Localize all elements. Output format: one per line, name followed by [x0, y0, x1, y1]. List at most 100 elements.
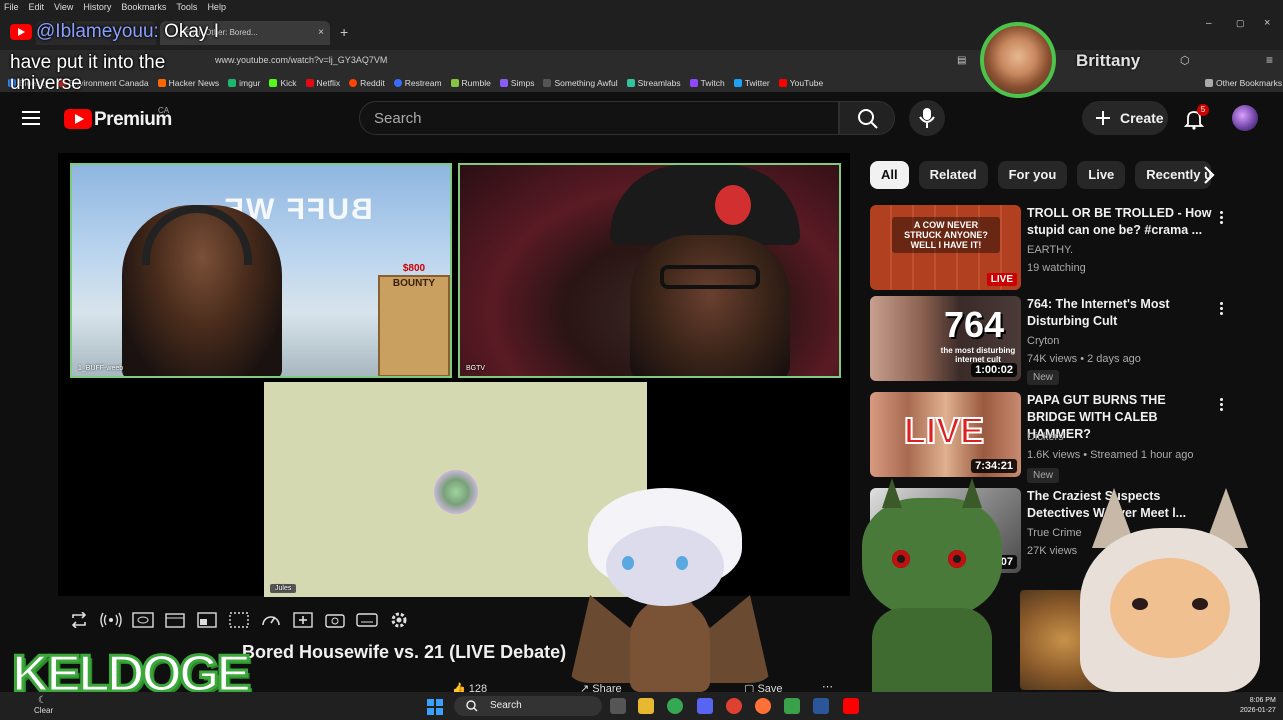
system-clock[interactable]: 8:06 PM 2026-01-27	[1240, 696, 1276, 716]
something-awful-icon	[543, 79, 552, 87]
video-thumbnail[interactable]: 764 the most disturbing internet cult 1:…	[870, 296, 1021, 381]
speed-icon[interactable]	[258, 609, 284, 631]
app-icon[interactable]	[726, 698, 742, 714]
loop-icon[interactable]	[66, 609, 92, 631]
chip-all[interactable]: All	[870, 161, 909, 189]
more-options-icon[interactable]	[1218, 209, 1226, 225]
search-input[interactable]	[374, 102, 814, 134]
vtuber-fox-avatar	[1070, 488, 1270, 692]
vtuber-dragon-avatar	[842, 478, 1018, 692]
bookmark-rumble[interactable]: Rumble	[450, 78, 491, 88]
screenshot-icon[interactable]	[322, 609, 348, 631]
minimize-icon[interactable]: –	[1206, 18, 1212, 29]
new-tab-icon[interactable]: +	[340, 24, 348, 40]
more-options-icon[interactable]	[1218, 300, 1226, 316]
voice-search-button[interactable]	[909, 100, 945, 136]
recommendation-item[interactable]: A COW NEVER STRUCK ANYONE? WELL I HAVE I…	[870, 205, 1260, 295]
channel-name[interactable]: Cryton	[1027, 335, 1059, 347]
menu-help[interactable]: Help	[207, 2, 226, 12]
close-window-icon[interactable]: ×	[1264, 17, 1270, 29]
dragon-horn-right	[962, 478, 982, 508]
cam-label-1: 1_BUFF-weeb	[78, 365, 124, 372]
bookmark-simps[interactable]: Simps	[499, 78, 534, 88]
chat-line: @Iblameyouu: Okay I	[10, 15, 280, 49]
search-button[interactable]	[839, 101, 895, 135]
bookmark-restream[interactable]: Restream	[393, 78, 442, 88]
bookmark-label: Something Awful	[554, 78, 618, 88]
theater-mode-icon[interactable]	[226, 609, 252, 631]
menu-edit[interactable]: Edit	[29, 2, 45, 12]
keyboard-icon[interactable]	[354, 609, 380, 631]
taskbar-search[interactable]: Search	[454, 696, 602, 716]
bookmark-twitch[interactable]: Twitch	[689, 78, 725, 88]
search-box[interactable]	[359, 101, 839, 135]
video-thumbnail[interactable]: A COW NEVER STRUCK ANYONE? WELL I HAVE I…	[870, 205, 1021, 290]
chip-for-you[interactable]: For you	[997, 161, 1068, 189]
taskbar-search-label: Search	[490, 700, 522, 711]
extension-icon[interactable]: ⬡	[1180, 54, 1190, 67]
tab-close-icon[interactable]: ×	[318, 27, 324, 38]
task-view-icon[interactable]	[610, 698, 626, 714]
bookmark-something-awful[interactable]: Something Awful	[543, 78, 618, 88]
bookmark-netflix[interactable]: Netflix	[305, 78, 341, 88]
eye-screen-icon[interactable]	[130, 609, 156, 631]
chevron-right-icon[interactable]	[1197, 163, 1221, 187]
channel-name[interactable]: Dickers	[1027, 431, 1064, 443]
bookmark-label: Twitter	[744, 78, 770, 88]
bookmark-reddit[interactable]: Reddit	[349, 78, 385, 88]
bookmark-streamlabs[interactable]: Streamlabs	[626, 78, 681, 88]
reader-icon[interactable]: ▤	[957, 55, 966, 66]
discord-icon[interactable]	[697, 698, 713, 714]
fox-eye-left	[1132, 598, 1148, 610]
account-avatar[interactable]	[1232, 105, 1258, 131]
bookmark-twitter[interactable]: Twitter	[733, 78, 770, 88]
cam-label-2: BGTV	[466, 365, 486, 372]
firefox-icon[interactable]	[755, 698, 771, 714]
recommendation-item[interactable]: 764 the most disturbing internet cult 1:…	[870, 296, 1260, 386]
bookmark-label: YouTube	[789, 78, 824, 88]
new-badge: New	[1027, 370, 1060, 385]
recommendation-item[interactable]: LIVE 7:34:21 PAPA GUT BURNS THE BRIDGE W…	[870, 392, 1260, 483]
more-options-icon[interactable]	[1218, 396, 1226, 412]
cinema-icon[interactable]	[162, 609, 188, 631]
weather-label[interactable]: Clear	[34, 706, 53, 715]
menu-view[interactable]: View	[54, 2, 73, 12]
weather-icon: ☾	[38, 695, 47, 706]
youtube-logo-icon[interactable]	[64, 109, 92, 129]
chip-related[interactable]: Related	[918, 161, 988, 189]
recommendation-title[interactable]: 764: The Internet's Most Disturbing Cult	[1027, 296, 1217, 330]
fox-face	[1110, 558, 1230, 658]
word-icon[interactable]	[813, 698, 829, 714]
maximize-icon[interactable]: ▢	[1236, 18, 1245, 29]
bookmark-label: Twitch	[700, 78, 725, 88]
menu-file[interactable]: File	[4, 2, 19, 12]
bookmark-youtube[interactable]: YouTube	[778, 78, 824, 88]
stereo-icon[interactable]	[98, 609, 124, 631]
windows-start-icon[interactable]	[427, 699, 443, 715]
bookmark-label: Netflix	[316, 78, 341, 88]
create-button[interactable]: Create	[1082, 101, 1168, 135]
channel-name[interactable]: EARTHY.	[1027, 244, 1073, 256]
obs-icon[interactable]	[784, 698, 800, 714]
add-clip-icon[interactable]	[290, 609, 316, 631]
menu-bookmarks[interactable]: Bookmarks	[121, 2, 166, 12]
twitter-icon	[733, 79, 742, 87]
chip-live[interactable]: Live	[1077, 161, 1126, 189]
chrome-icon[interactable]	[667, 698, 683, 714]
menu-icon[interactable]: ≡	[1266, 53, 1273, 67]
other-bookmarks[interactable]: Other Bookmarks	[1205, 78, 1282, 88]
menu-tools[interactable]: Tools	[176, 2, 197, 12]
cam-label-3: Jules	[270, 584, 297, 593]
menu-history[interactable]: History	[83, 2, 111, 12]
hamburger-menu-icon[interactable]	[22, 111, 40, 125]
youtube-app-icon[interactable]	[843, 698, 859, 714]
webcam-panel-1: BUFF WE $800 BOUNTY 1_BUFF-weeb	[70, 163, 452, 378]
picture-in-picture-icon[interactable]	[194, 609, 220, 631]
webcam-panel-2: BGTV	[458, 163, 841, 378]
recommendation-title[interactable]: TROLL OR BE TROLLED - How stupid can one…	[1027, 205, 1217, 239]
notification-count-badge: 5	[1197, 104, 1209, 116]
netflix-icon	[305, 79, 314, 87]
file-explorer-icon[interactable]	[638, 698, 654, 714]
video-thumbnail[interactable]: LIVE 7:34:21	[870, 392, 1021, 477]
settings-gear-icon[interactable]	[386, 609, 412, 631]
